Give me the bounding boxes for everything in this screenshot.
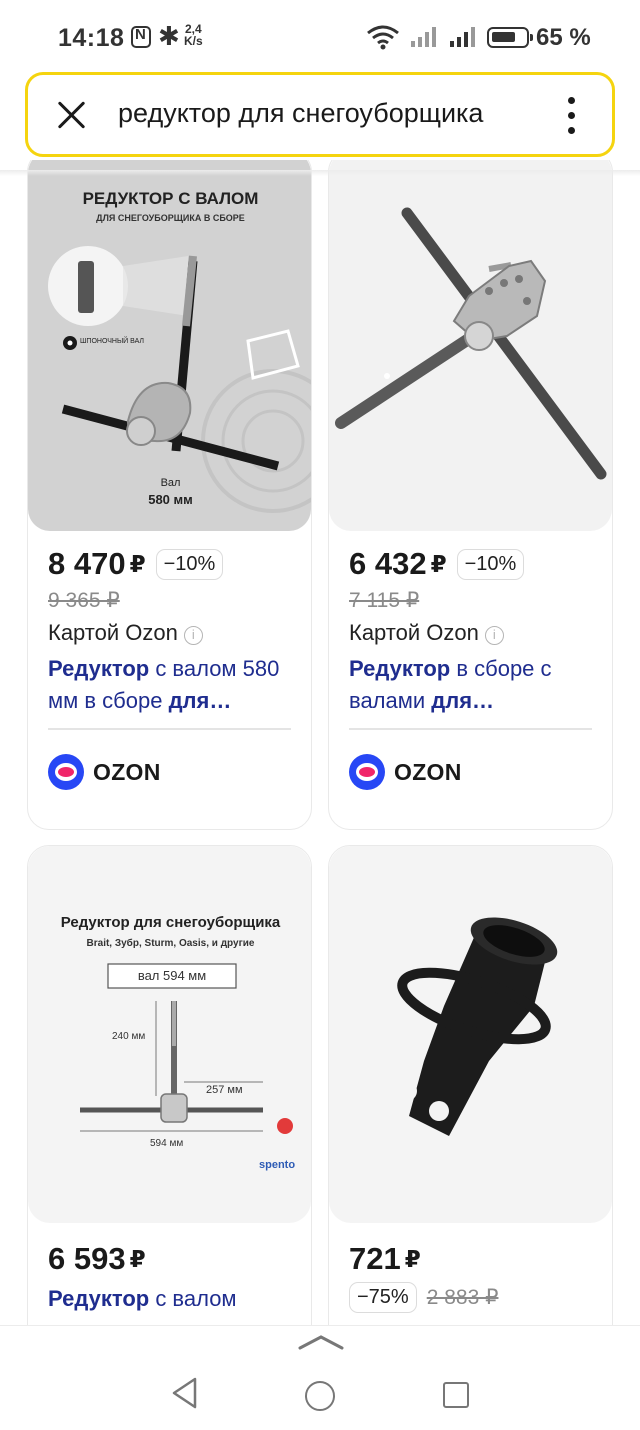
signal-icon-2 <box>450 27 475 47</box>
product-title[interactable]: Редуктор с валом <box>48 1283 293 1315</box>
product-photo <box>397 917 558 1136</box>
product-image[interactable]: РЕДУКТОР С ВАЛОМ ДЛЯ СНЕГОУБОРЩИКА В СБО… <box>28 160 311 531</box>
image-headline: Редуктор для снегоуборщика <box>60 914 281 931</box>
ozon-logo-icon <box>349 754 385 790</box>
product-card[interactable]: 721 ₽ −75% 2 883 ₽ <box>328 845 613 1330</box>
signal-icon <box>411 27 436 47</box>
product-photo <box>335 207 607 480</box>
product-title[interactable]: Редуктор в сборе с валами для… <box>349 653 594 717</box>
title-text: с валом <box>149 1286 237 1311</box>
old-price: 9 365 ₽ <box>48 589 120 612</box>
price-row: 8 470 ₽ −10% <box>48 546 224 582</box>
search-query[interactable]: редуктор для снегоуборщика <box>118 98 528 129</box>
title-bold: Редуктор <box>349 656 451 681</box>
divider <box>349 728 592 730</box>
ozon-logo-icon <box>48 754 84 790</box>
image-shaft-length: 580 мм <box>148 492 193 507</box>
price-row: 721 ₽ <box>349 1241 421 1277</box>
status-time: 14:18 <box>58 24 125 52</box>
product-image[interactable] <box>329 846 612 1223</box>
payment-method: Картой Ozon i <box>48 620 203 646</box>
shop[interactable]: OZON <box>48 754 161 790</box>
navigation-bar <box>0 1325 640 1430</box>
header-shadow <box>0 170 640 176</box>
image-dim-right: 257 мм <box>206 1084 243 1096</box>
price: 6 432 <box>349 546 427 581</box>
search-bar[interactable]: редуктор для снегоуборщика <box>25 72 615 157</box>
product-card[interactable]: РЕДУКТОР С ВАЛОМ ДЛЯ СНЕГОУБОРЩИКА В СБО… <box>27 160 312 830</box>
image-shaft-label: Вал <box>160 477 181 489</box>
image-dim-vertical: 240 мм <box>112 1031 146 1042</box>
discount-badge: −10% <box>456 548 525 580</box>
old-price: 7 115 ₽ <box>349 589 420 612</box>
image-key-label: ШПОНОЧНЫЙ ВАЛ <box>80 338 144 345</box>
price: 721 <box>349 1241 401 1276</box>
shop-name: OZON <box>93 758 161 785</box>
image-shaft-box: вал 594 мм <box>137 968 207 983</box>
discount-badge: −10% <box>155 548 224 580</box>
product-card[interactable]: Редуктор для снегоуборщика Brait, Зубр, … <box>27 845 312 1330</box>
home-icon[interactable] <box>305 1381 335 1411</box>
image-subhead: Brait, Зубр, Sturm, Oasis, и другие <box>86 938 255 949</box>
info-icon[interactable]: i <box>183 626 203 645</box>
price-row: 6 593 ₽ <box>48 1241 146 1277</box>
title-bold-2: для… <box>168 688 232 713</box>
battery-icon <box>487 27 533 48</box>
image-headline: РЕДУКТОР С ВАЛОМ <box>82 189 259 208</box>
currency: ₽ <box>404 1245 421 1272</box>
swipe-up-handle-icon[interactable] <box>298 1334 344 1350</box>
image-subhead: ДЛЯ СНЕГОУБОРЩИКА В СБОРЕ <box>96 213 245 223</box>
discount-row: −75% 2 883 ₽ <box>349 1282 498 1313</box>
currency: ₽ <box>430 550 447 577</box>
wifi-icon <box>367 25 399 50</box>
product-title[interactable]: Редуктор с валом 580 мм в сборе для… <box>48 653 293 717</box>
image-brand: spento <box>259 1159 296 1171</box>
payment-label: Картой Ozon <box>349 620 479 645</box>
title-bold-2: для… <box>431 688 495 713</box>
product-grid: РЕДУКТОР С ВАЛОМ ДЛЯ СНЕГОУБОРЩИКА В СБО… <box>0 160 640 1330</box>
title-bold: Редуктор <box>48 656 150 681</box>
image-dim-total: 594 мм <box>150 1138 184 1149</box>
title-bold: Редуктор <box>48 1286 150 1311</box>
nfc-icon <box>131 26 151 48</box>
divider <box>48 728 291 730</box>
payment-method: Картой Ozon i <box>349 620 504 646</box>
old-price: 2 883 ₽ <box>426 1286 499 1309</box>
back-icon[interactable] <box>170 1376 198 1410</box>
recent-apps-icon[interactable] <box>443 1382 469 1408</box>
price: 8 470 <box>48 546 126 581</box>
payment-label: Картой Ozon <box>48 620 178 645</box>
shop-name: OZON <box>394 758 462 785</box>
currency: ₽ <box>129 1245 146 1272</box>
product-image[interactable]: Редуктор для снегоуборщика Brait, Зубр, … <box>28 846 311 1223</box>
info-icon[interactable]: i <box>484 626 504 645</box>
close-icon[interactable] <box>56 99 88 131</box>
product-card[interactable]: 6 432 ₽ −10% 7 115 ₽ Картой Ozon i Редукт… <box>328 160 613 830</box>
bluetooth-icon: ✱ <box>158 22 180 52</box>
currency: ₽ <box>129 550 146 577</box>
shop[interactable]: OZON <box>349 754 462 790</box>
more-menu-icon[interactable] <box>565 95 577 137</box>
network-speed: 2,4 K/s <box>184 22 203 48</box>
price-row: 6 432 ₽ −10% <box>349 546 525 582</box>
status-bar: 14:18 ✱ 2,4 K/s 65 % <box>0 0 640 72</box>
product-image[interactable] <box>329 160 612 531</box>
battery-percent: 65 % <box>536 24 591 51</box>
price: 6 593 <box>48 1241 126 1276</box>
discount-badge: −75% <box>349 1282 417 1313</box>
